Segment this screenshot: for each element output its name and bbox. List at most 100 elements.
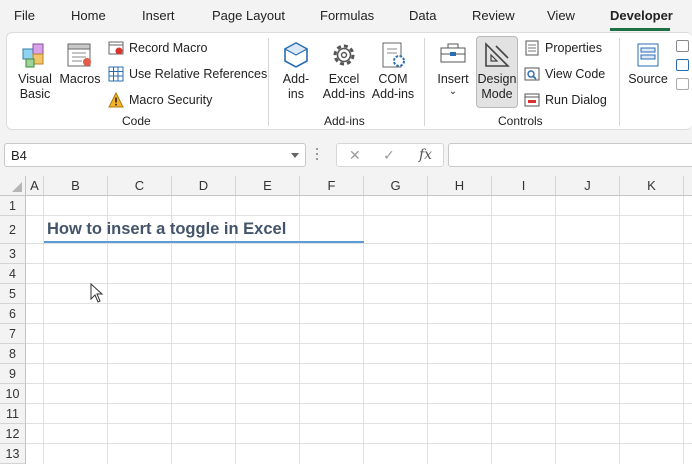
row-header-11[interactable]: 11 xyxy=(0,404,26,424)
run-dialog-label: Run Dialog xyxy=(545,93,607,107)
column-header-a[interactable]: A xyxy=(26,176,44,196)
refresh-data-icon[interactable] xyxy=(676,78,689,90)
design-mode-label: Design Mode xyxy=(477,72,517,101)
tab-review[interactable]: Review xyxy=(472,8,515,23)
xml-small-buttons xyxy=(676,40,690,104)
tab-page-layout[interactable]: Page Layout xyxy=(212,8,285,23)
tab-developer[interactable]: Developer xyxy=(610,8,673,23)
column-header-h[interactable]: H xyxy=(428,176,492,196)
column-header-d[interactable]: D xyxy=(172,176,236,196)
record-macro-label: Record Macro xyxy=(129,41,208,55)
row-header-4[interactable]: 4 xyxy=(0,264,26,284)
column-header-i[interactable]: I xyxy=(492,176,556,196)
use-relative-references-label: Use Relative References xyxy=(129,67,268,81)
insert-function-icon[interactable]: fx xyxy=(419,147,432,163)
gridline xyxy=(26,243,692,244)
chevron-down-icon[interactable] xyxy=(291,153,299,158)
com-add-ins-button[interactable]: COM Add-ins xyxy=(370,40,416,102)
add-ins-button[interactable]: Add- ins xyxy=(278,40,314,102)
excel-add-ins-label: Excel Add-ins xyxy=(322,72,366,101)
tab-home[interactable]: Home xyxy=(71,8,106,23)
row-header-5[interactable]: 5 xyxy=(0,284,26,304)
macro-security-button[interactable]: Macro Security xyxy=(108,90,212,110)
expansion-packs-icon[interactable] xyxy=(676,59,689,71)
properties-icon xyxy=(525,40,539,56)
add-ins-group-label: Add-ins xyxy=(324,114,365,128)
tab-insert[interactable]: Insert xyxy=(142,8,175,23)
ribbon-tab-bar: File Home Insert Page Layout Formulas Da… xyxy=(0,0,692,32)
resize-handle-icon[interactable] xyxy=(316,148,319,164)
macros-label: Macros xyxy=(59,72,101,86)
controls-group-label: Controls xyxy=(498,114,543,128)
row-header-13[interactable]: 13 xyxy=(0,444,26,464)
map-properties-icon[interactable] xyxy=(676,40,689,52)
row-header-9[interactable]: 9 xyxy=(0,364,26,384)
relative-references-icon xyxy=(108,66,124,82)
toolbox-icon xyxy=(440,43,466,63)
column-header-j[interactable]: J xyxy=(556,176,620,196)
row-header-6[interactable]: 6 xyxy=(0,304,26,324)
tab-file[interactable]: File xyxy=(14,8,35,23)
group-separator xyxy=(619,38,620,126)
group-separator xyxy=(424,38,425,126)
column-header-c[interactable]: C xyxy=(108,176,172,196)
view-code-button[interactable]: View Code xyxy=(524,64,605,84)
gridline xyxy=(26,343,692,344)
column-header-partial xyxy=(684,176,692,196)
name-box[interactable]: B4 xyxy=(4,143,306,167)
use-relative-references-button[interactable]: Use Relative References xyxy=(108,64,267,84)
tab-data[interactable]: Data xyxy=(409,8,436,23)
insert-controls-button[interactable]: Insert ⌄ xyxy=(434,40,472,97)
column-header-k[interactable]: K xyxy=(620,176,684,196)
row-header-3[interactable]: 3 xyxy=(0,244,26,264)
row-header-2[interactable]: 2 xyxy=(0,216,26,244)
xml-source-icon xyxy=(637,43,659,67)
row-header-10[interactable]: 10 xyxy=(0,384,26,404)
enter-icon[interactable]: ✓ xyxy=(383,147,395,164)
row-header-1[interactable]: 1 xyxy=(0,196,26,216)
tab-formulas[interactable]: Formulas xyxy=(320,8,374,23)
row-header-7[interactable]: 7 xyxy=(0,324,26,344)
excel-add-ins-button[interactable]: Excel Add-ins xyxy=(320,40,368,102)
sheet-title-cell[interactable]: How to insert a toggle in Excel xyxy=(47,220,286,239)
visual-basic-icon xyxy=(22,43,44,68)
column-header-g[interactable]: G xyxy=(364,176,428,196)
view-code-label: View Code xyxy=(545,67,606,81)
design-mode-icon xyxy=(485,42,510,67)
view-code-icon xyxy=(524,67,540,81)
active-tab-indicator xyxy=(610,28,670,31)
chevron-down-icon: ⌄ xyxy=(448,86,458,97)
select-all-button[interactable] xyxy=(0,176,26,196)
cancel-icon[interactable]: ✕ xyxy=(349,147,361,164)
properties-label: Properties xyxy=(545,41,602,55)
visual-basic-label: Visual Basic xyxy=(18,72,52,101)
formula-input[interactable] xyxy=(448,143,692,167)
visual-basic-button[interactable]: Visual Basic xyxy=(12,40,58,102)
name-box-value: B4 xyxy=(11,148,27,163)
gridline xyxy=(26,263,692,264)
tab-view[interactable]: View xyxy=(547,8,575,23)
row-header-12[interactable]: 12 xyxy=(0,424,26,444)
gear-icon xyxy=(333,44,355,66)
column-header-f[interactable]: F xyxy=(300,176,364,196)
column-header-e[interactable]: E xyxy=(236,176,300,196)
source-button[interactable]: Source xyxy=(626,40,670,87)
gridline xyxy=(26,423,692,424)
gridline xyxy=(26,403,692,404)
mouse-cursor-icon xyxy=(90,283,104,303)
com-add-ins-icon xyxy=(382,42,405,68)
macro-security-label: Macro Security xyxy=(129,93,213,107)
properties-button[interactable]: Properties xyxy=(524,38,602,58)
run-dialog-button[interactable]: Run Dialog xyxy=(524,90,607,110)
macros-button[interactable]: Macros xyxy=(58,40,102,87)
formula-buttons: ✕ ✓ fx xyxy=(336,143,444,167)
column-header-b[interactable]: B xyxy=(44,176,108,196)
gridline xyxy=(26,323,692,324)
gridline xyxy=(26,303,692,304)
insert-label: Insert xyxy=(437,72,469,86)
row-header-8[interactable]: 8 xyxy=(0,344,26,364)
design-mode-button[interactable]: Design Mode xyxy=(476,36,518,108)
record-macro-button[interactable]: Record Macro xyxy=(108,38,208,58)
record-macro-icon xyxy=(108,41,124,55)
add-ins-icon xyxy=(283,42,309,68)
